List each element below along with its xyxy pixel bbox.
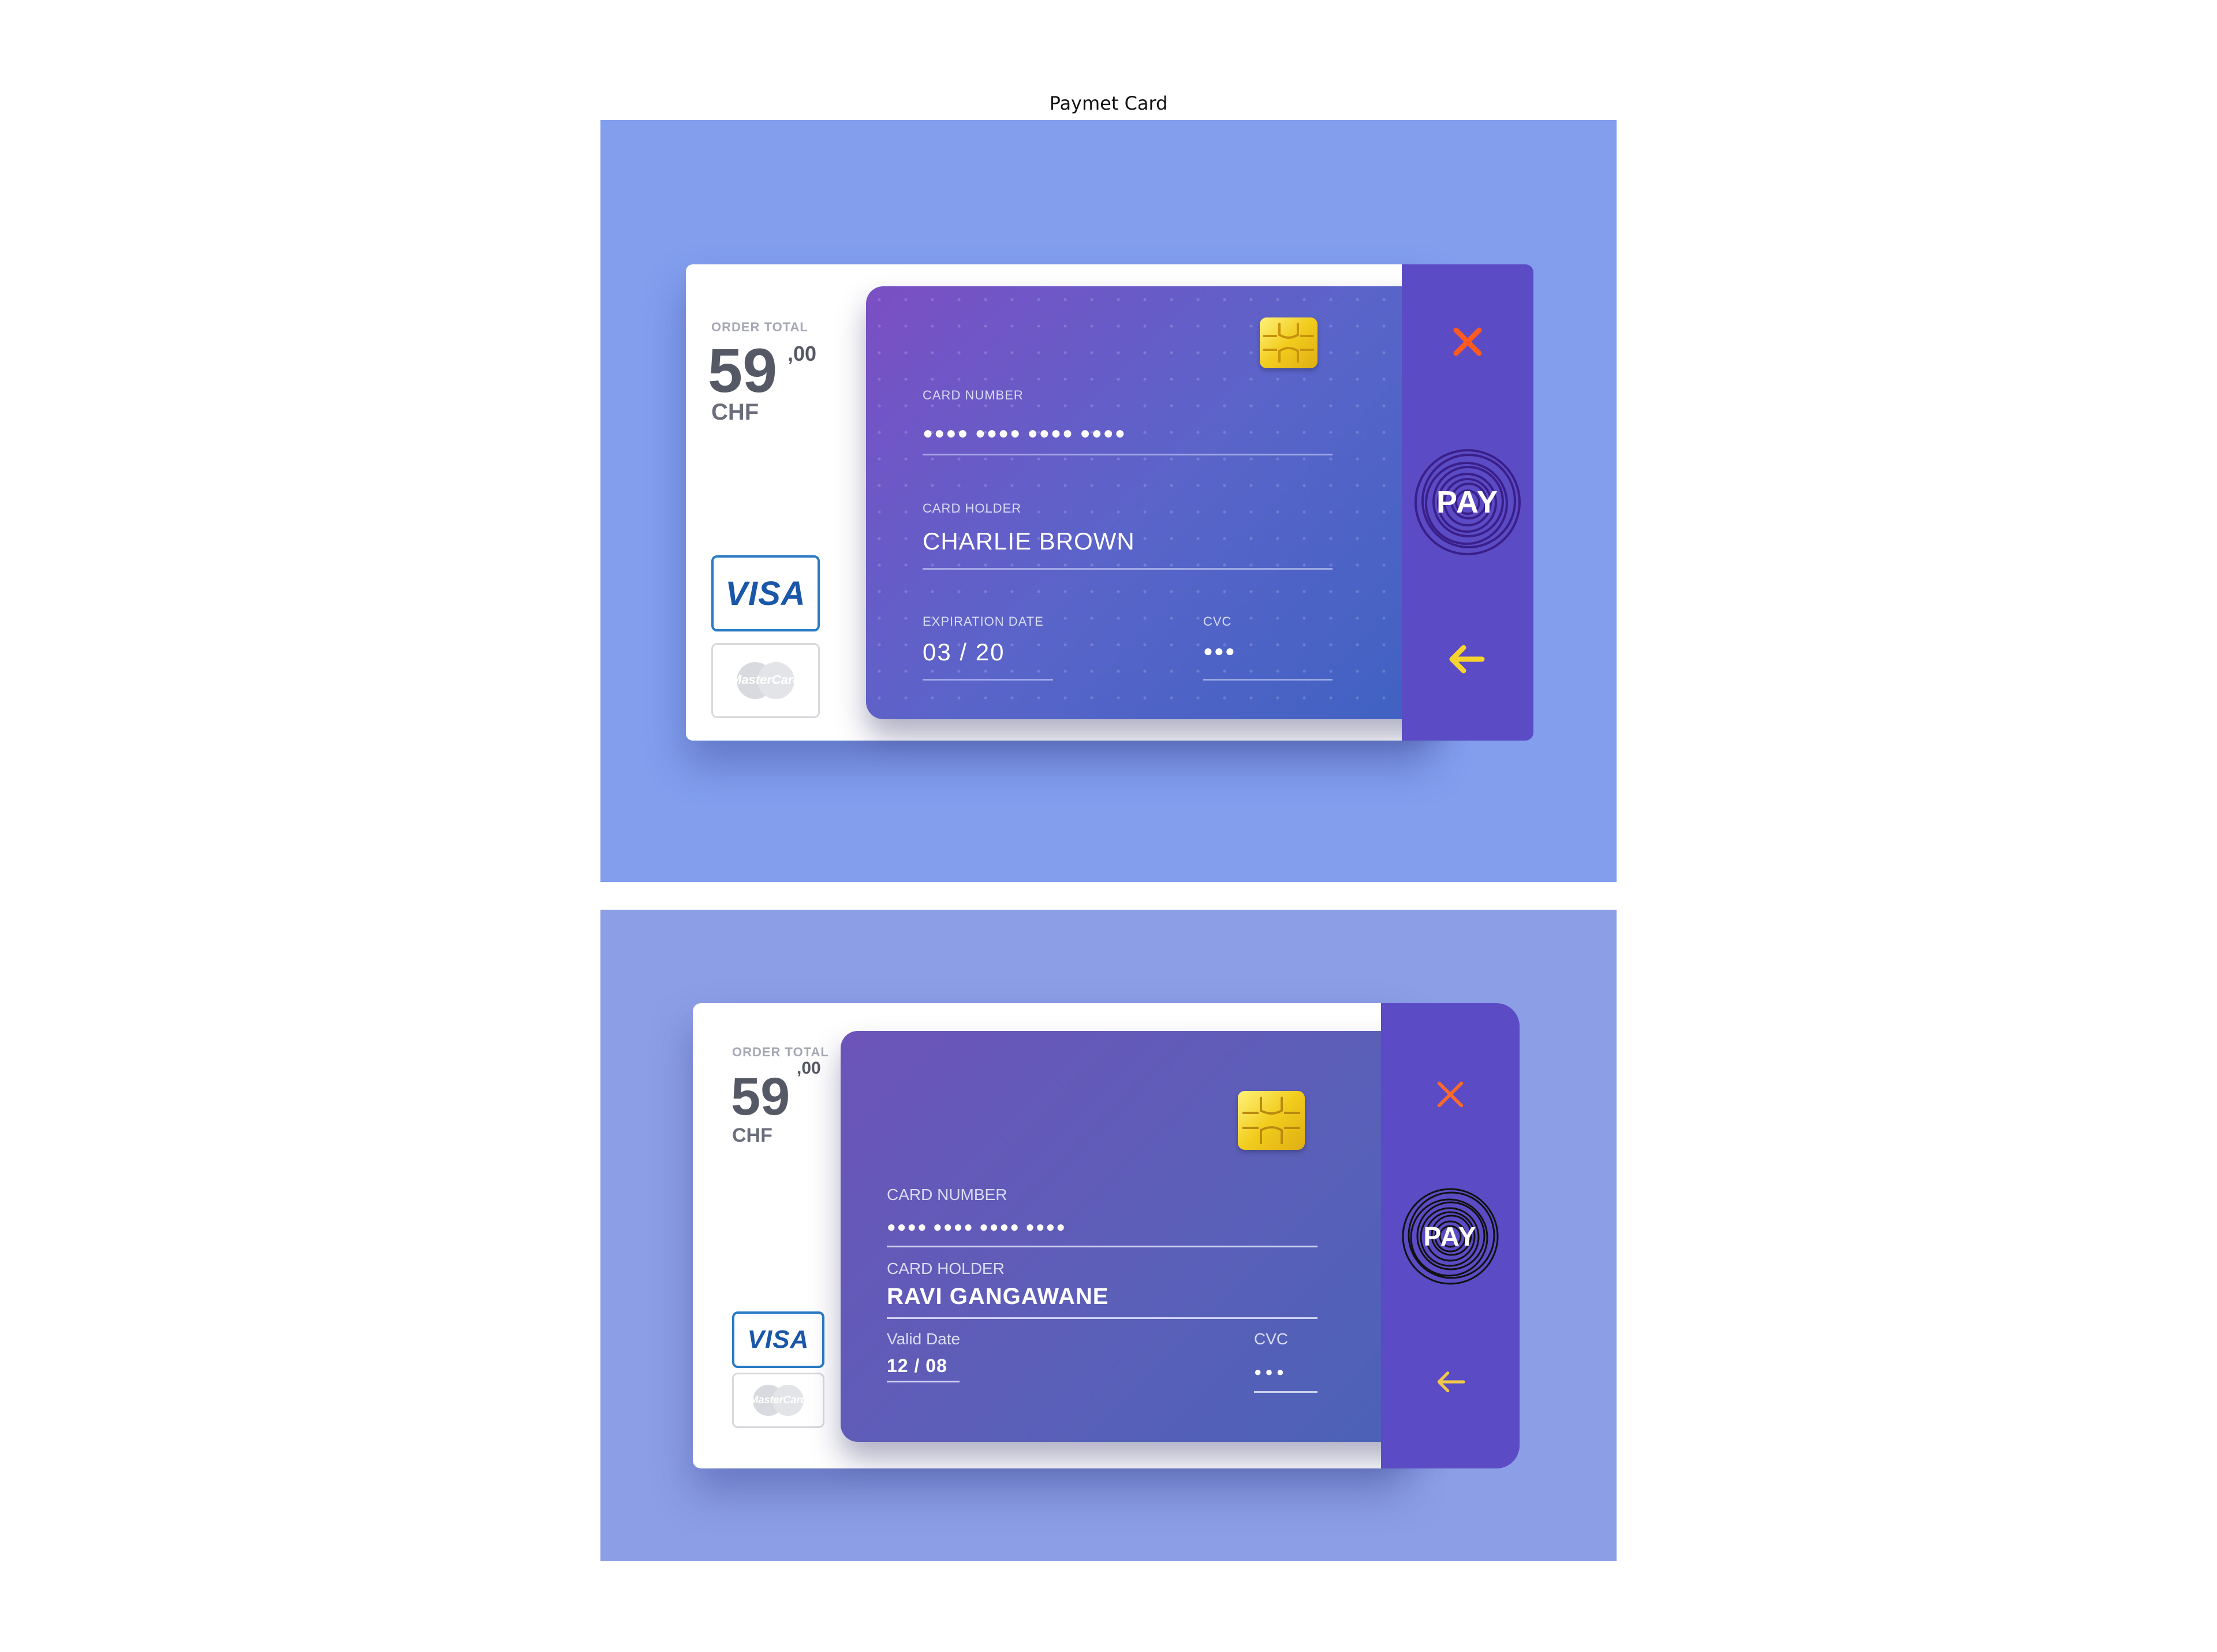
page-title: Paymet Card xyxy=(1049,92,1168,114)
card-holder-input[interactable]: RAVI GANGAWANE xyxy=(887,1284,1108,1310)
order-currency: CHF xyxy=(711,399,759,425)
action-strip: PAY xyxy=(1381,1003,1520,1468)
order-amount: 59 xyxy=(731,1067,790,1126)
order-total-label: ORDER TOTAL xyxy=(732,1045,829,1059)
design-panel-1: ORDER TOTAL 59 ,00 CHF VISA MasterCard C… xyxy=(600,120,1617,882)
pay-button[interactable]: PAY xyxy=(1401,1187,1500,1286)
cvc-label: CVC xyxy=(1203,614,1232,629)
cvc-underline xyxy=(1254,1391,1317,1393)
pay-button[interactable]: PAY xyxy=(1413,448,1522,556)
payment-widget-1: ORDER TOTAL 59 ,00 CHF VISA MasterCard C… xyxy=(686,264,1533,741)
close-icon xyxy=(1453,327,1482,356)
card-holder-underline xyxy=(887,1317,1317,1319)
expiry-input[interactable]: 03 / 20 xyxy=(923,638,1005,666)
card-number-underline xyxy=(887,1246,1317,1247)
back-button[interactable] xyxy=(1443,636,1490,682)
order-amount: 59 xyxy=(708,335,778,405)
expiry-underline xyxy=(923,679,1053,681)
card-number-input[interactable]: ●●●● ●●●● ●●●● ●●●● xyxy=(887,1218,1066,1236)
credit-card: CARD NUMBER ●●●● ●●●● ●●●● ●●●● CARD HOL… xyxy=(841,1031,1430,1442)
card-holder-input[interactable]: CHARLIE BROWN xyxy=(923,528,1135,555)
card-holder-label: CARD HOLDER xyxy=(887,1259,1005,1277)
mastercard-logo: MasterCard xyxy=(731,657,801,704)
pay-label: PAY xyxy=(1423,1221,1477,1251)
close-button[interactable] xyxy=(1446,320,1490,364)
order-amount-decimals: ,00 xyxy=(787,342,817,365)
card-number-label: CARD NUMBER xyxy=(887,1186,1007,1204)
close-button[interactable] xyxy=(1430,1074,1471,1115)
pay-label: PAY xyxy=(1436,485,1499,519)
visa-logo: VISA xyxy=(725,574,806,612)
card-number-underline xyxy=(923,454,1333,455)
credit-card: CARD NUMBER ●●●● ●●●● ●●●● ●●●● CARD HOL… xyxy=(866,286,1443,719)
order-amount-decimals: ,00 xyxy=(797,1059,821,1078)
mastercard-logo: MasterCard xyxy=(748,1381,808,1419)
chip-icon xyxy=(1238,1091,1305,1150)
expiry-underline xyxy=(887,1381,960,1382)
cvc-underline xyxy=(1203,679,1333,681)
cvc-label: CVC xyxy=(1254,1330,1289,1348)
back-button[interactable] xyxy=(1430,1361,1471,1403)
card-number-input[interactable]: ●●●● ●●●● ●●●● ●●●● xyxy=(923,424,1126,443)
close-icon xyxy=(1437,1081,1464,1108)
visa-logo: VISA xyxy=(747,1325,809,1354)
card-holder-underline xyxy=(923,568,1333,570)
mastercard-option[interactable]: MasterCard xyxy=(711,643,820,718)
back-arrow-icon xyxy=(1437,1371,1465,1392)
action-strip: PAY xyxy=(1402,264,1533,741)
expiry-label: EXPIRATION DATE xyxy=(923,614,1044,629)
order-currency: CHF xyxy=(732,1124,772,1146)
cvc-input[interactable]: ● ● ● xyxy=(1254,1365,1284,1380)
visa-option[interactable]: VISA xyxy=(711,555,820,631)
payment-widget-2: ORDER TOTAL 59 ,00 CHF VISA MasterCard C… xyxy=(693,1003,1520,1468)
cvc-input[interactable]: ●●● xyxy=(1203,642,1236,660)
visa-option[interactable]: VISA xyxy=(732,1311,824,1368)
mastercard-option[interactable]: MasterCard xyxy=(732,1373,824,1428)
order-total-label: ORDER TOTAL xyxy=(711,320,808,334)
expiry-label: Valid Date xyxy=(887,1330,961,1348)
expiry-input[interactable]: 12 / 08 xyxy=(887,1355,947,1377)
card-holder-label: CARD HOLDER xyxy=(923,501,1022,515)
design-panel-2: ORDER TOTAL 59 ,00 CHF VISA MasterCard C… xyxy=(600,910,1617,1561)
back-arrow-icon xyxy=(1449,645,1485,674)
chip-icon xyxy=(1260,317,1317,368)
card-number-label: CARD NUMBER xyxy=(923,388,1024,402)
